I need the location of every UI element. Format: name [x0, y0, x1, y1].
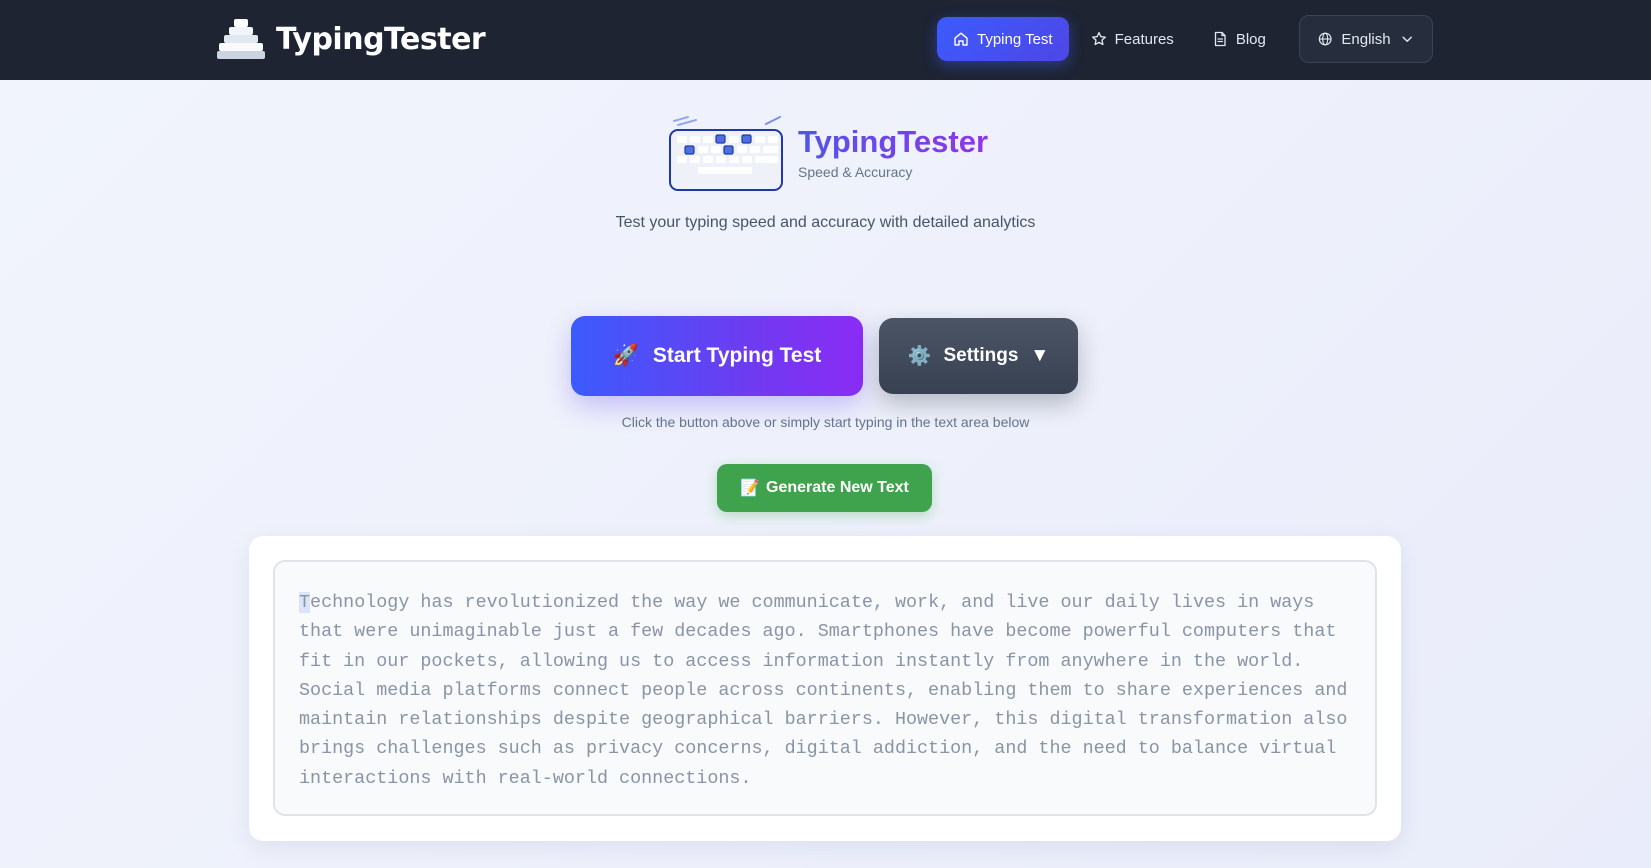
- nav-item-blog[interactable]: Blog: [1196, 17, 1282, 61]
- typing-card: Technology has revolutionized the way we…: [249, 536, 1401, 841]
- hero-title: TypingTester: [798, 124, 989, 159]
- nav-item-features[interactable]: Features: [1075, 17, 1190, 61]
- start-hint: Click the button above or simply start t…: [621, 414, 1030, 430]
- settings-button-label: Settings: [943, 345, 1019, 366]
- generate-button-label: Generate New Text: [766, 479, 909, 496]
- typing-text-area[interactable]: Technology has revolutionized the way we…: [273, 560, 1377, 816]
- settings-dropdown-button[interactable]: ⚙️ Settings ▼: [879, 318, 1078, 394]
- rocket-icon: 🚀: [612, 344, 639, 367]
- nav-item-typing-test[interactable]: Typing Test: [937, 17, 1069, 61]
- language-selector[interactable]: English: [1299, 15, 1433, 63]
- hero-tagline: Test your typing speed and accuracy with…: [615, 214, 1036, 231]
- brand-name: TypingTester: [276, 21, 486, 57]
- stacked-podium-icon: [217, 19, 265, 59]
- remaining-text: echnology has revolutionized the way we …: [299, 592, 1348, 789]
- current-character: T: [299, 592, 311, 613]
- nav-item-label: Typing Test: [977, 30, 1053, 48]
- gear-icon: ⚙️: [907, 346, 932, 367]
- generate-new-text-button[interactable]: 📝 Generate New Text: [717, 464, 932, 512]
- brand-link[interactable]: TypingTester: [216, 18, 486, 60]
- chevron-down-icon: [1402, 36, 1412, 42]
- globe-icon: [1318, 32, 1332, 46]
- start-typing-test-button[interactable]: 🚀 Start Typing Test: [571, 316, 863, 396]
- home-icon: [954, 32, 968, 46]
- main-nav: Typing Test Features Blog: [937, 17, 1282, 61]
- nav-item-label: Blog: [1235, 30, 1266, 48]
- language-label: English: [1341, 30, 1391, 48]
- document-icon: [1214, 31, 1226, 47]
- top-nav-bar: TypingTester Typing Test Features Blog E…: [0, 0, 1651, 80]
- keyboard-icon: [669, 116, 783, 191]
- memo-icon: 📝: [740, 480, 761, 497]
- start-button-label: Start Typing Test: [652, 344, 822, 367]
- hero-subtitle: Speed & Accuracy: [798, 164, 913, 180]
- star-icon: [1091, 31, 1106, 46]
- nav-item-label: Features: [1114, 30, 1174, 48]
- caret-down-icon: ▼: [1030, 345, 1050, 366]
